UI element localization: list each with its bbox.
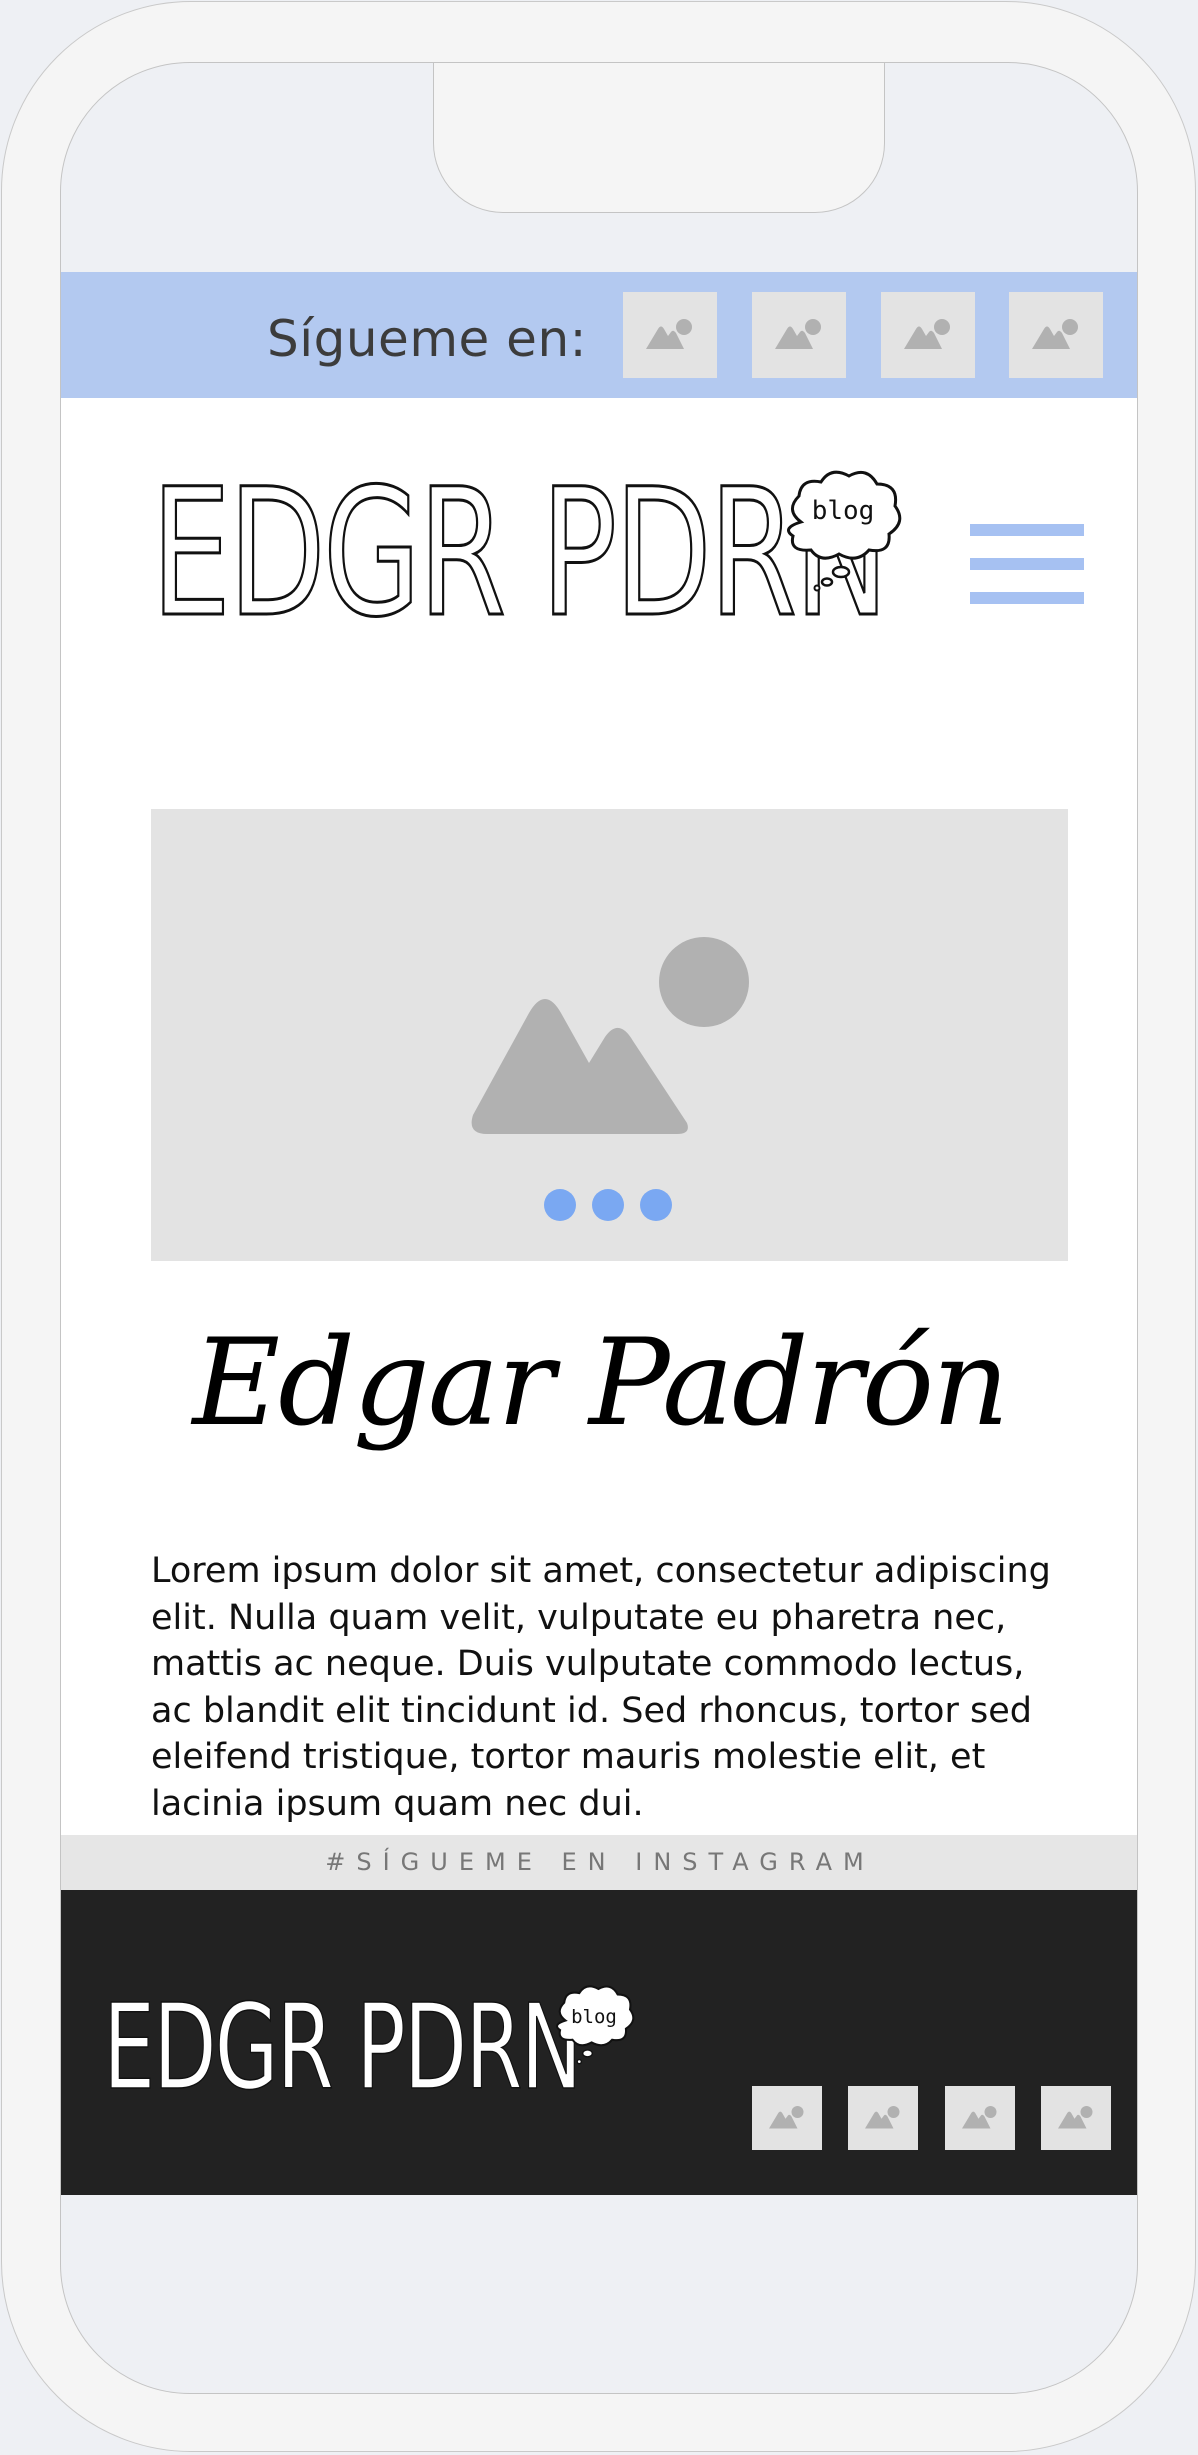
menu-line xyxy=(970,592,1084,604)
hamburger-menu-button[interactable] xyxy=(970,524,1084,604)
phone-notch xyxy=(433,63,885,213)
image-placeholder-icon xyxy=(646,319,692,349)
social-label: Sígueme en: xyxy=(267,310,587,368)
main-content: EDGR PDRN blog Edgar Padrón Lorem ipsum … xyxy=(61,398,1137,1835)
image-placeholder-icon xyxy=(769,2106,804,2129)
menu-line xyxy=(970,558,1084,570)
carousel-dot-2[interactable] xyxy=(592,1189,624,1221)
image-carousel[interactable] xyxy=(151,809,1068,1261)
image-placeholder-icon xyxy=(865,2106,900,2129)
footer-social-link-3[interactable] xyxy=(945,2086,1015,2150)
thought-bubble-icon xyxy=(787,470,902,592)
phone-screen: Sígueme en: EDGR PDRN blog Edgar Padrón … xyxy=(60,62,1138,2394)
hamburger-menu-icon xyxy=(970,524,1084,536)
footer-logo[interactable]: EDGR PDRN xyxy=(102,1987,582,2107)
footer: EDGR PDRN blog xyxy=(61,1890,1137,2195)
footer-blog-bubble-label: blog xyxy=(571,2006,617,2028)
instagram-follow-link[interactable]: #SÍGUEME EN INSTAGRAM xyxy=(61,1835,1137,1890)
image-placeholder-icon xyxy=(775,319,821,349)
footer-social-link-4[interactable] xyxy=(1041,2086,1111,2150)
image-placeholder-icon xyxy=(904,319,950,349)
phone-frame: Sígueme en: EDGR PDRN blog Edgar Padrón … xyxy=(0,0,1198,2455)
footer-social-link-1[interactable] xyxy=(752,2086,822,2150)
image-placeholder-icon xyxy=(471,937,749,1134)
image-placeholder-icon xyxy=(1032,319,1078,349)
social-link-4[interactable] xyxy=(1009,292,1103,378)
image-placeholder-icon xyxy=(962,2106,997,2129)
footer-social-link-2[interactable] xyxy=(848,2086,918,2150)
carousel-dot-3[interactable] xyxy=(640,1189,672,1221)
social-link-3[interactable] xyxy=(881,292,975,378)
social-bar: Sígueme en: xyxy=(61,272,1137,398)
image-placeholder-icon xyxy=(1058,2106,1093,2129)
social-link-1[interactable] xyxy=(623,292,717,378)
carousel-dot-1[interactable] xyxy=(544,1189,576,1221)
author-bio: Lorem ipsum dolor sit amet, consectetur … xyxy=(151,1551,1051,1824)
author-name: Edgar Padrón xyxy=(192,1314,1010,1453)
social-link-2[interactable] xyxy=(752,292,846,378)
blog-bubble-label: blog xyxy=(811,496,875,526)
